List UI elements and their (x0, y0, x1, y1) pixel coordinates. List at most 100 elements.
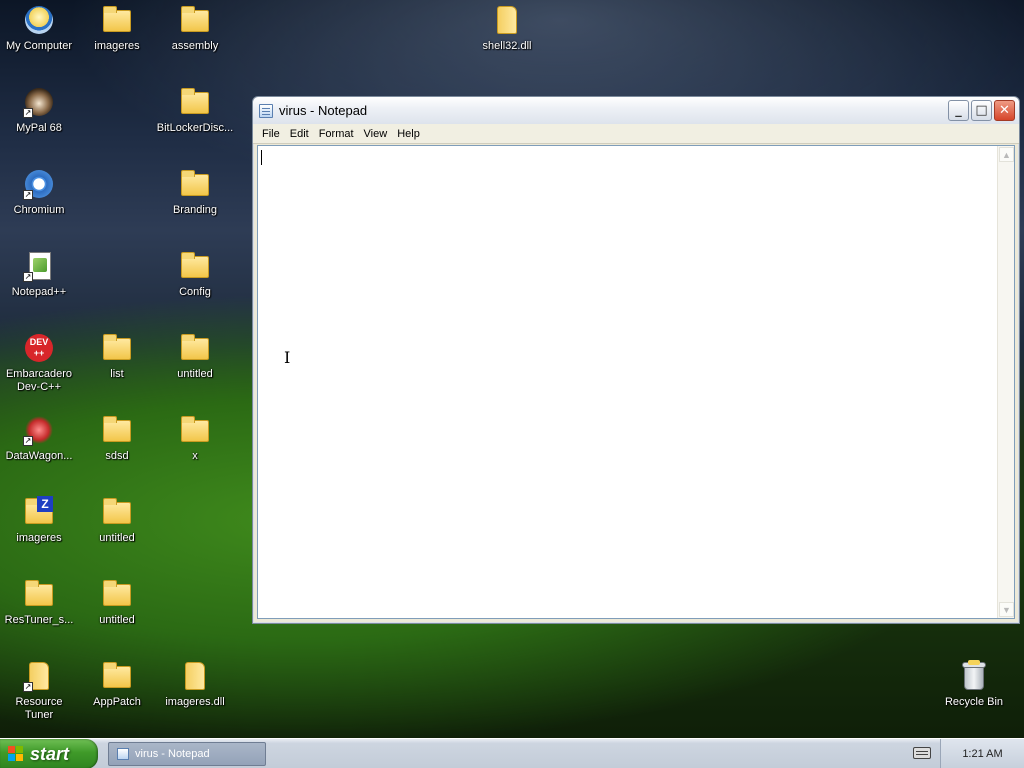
minimize-button[interactable]: _ (948, 100, 969, 121)
desktop-icon-untitled-2[interactable]: untitled (78, 496, 156, 545)
text-editor[interactable]: ▲ ▼ (257, 145, 1015, 619)
desktop-icon-label: Branding (172, 204, 218, 216)
desktop-icon-bitlocker[interactable]: BitLockerDisc... (156, 86, 234, 135)
desktop-icon-apppatch[interactable]: AppPatch (78, 660, 156, 709)
desktop-icon-label: ResTuner_s... (4, 614, 74, 626)
text-caret (261, 150, 262, 165)
desktop-icon-label: untitled (177, 368, 213, 380)
notepad-titlebar[interactable]: virus - Notepad _ □ ✕ (253, 97, 1019, 124)
shortcut-arrow-icon: ↗ (23, 190, 33, 200)
desktop-icon-resource-tuner[interactable]: ↗ Resource Tuner (0, 660, 78, 722)
menu-format[interactable]: Format (314, 124, 359, 144)
scroll-up-arrow-icon[interactable]: ▲ (999, 147, 1014, 162)
desktop-icon-imageres[interactable]: imageres (78, 4, 156, 53)
shortcut-arrow-icon: ↗ (23, 272, 33, 282)
desktop-icon-label: list (110, 368, 124, 380)
desktop-icon-label: DataWagon... (5, 450, 73, 462)
desktop-icon-config[interactable]: Config (156, 250, 234, 299)
folder-icon (101, 414, 133, 446)
desktop-icon-label: Chromium (13, 204, 65, 216)
desktop-icon-label: x (192, 450, 198, 462)
menu-help[interactable]: Help (392, 124, 425, 144)
clock-time: 1:21 AM (962, 748, 1003, 760)
desktop-icon-untitled-3[interactable]: untitled (78, 578, 156, 627)
menu-edit[interactable]: Edit (285, 124, 314, 144)
devcpp-badge: DEV ++ (25, 334, 53, 362)
chromium-icon: ↗ (23, 168, 55, 200)
desktop-icon-label: MyPal 68 (16, 122, 62, 134)
notepadpp-icon: ↗ (23, 250, 55, 282)
folder-icon (101, 4, 133, 36)
dll-folder-icon (491, 4, 523, 36)
desktop-icon-chromium[interactable]: ↗ Chromium (0, 168, 78, 217)
taskbar-button-label: virus - Notepad (135, 748, 210, 760)
scroll-down-arrow-icon[interactable]: ▼ (999, 602, 1014, 617)
desktop-icon-my-computer[interactable]: My Computer (0, 4, 78, 53)
menu-view[interactable]: View (359, 124, 393, 144)
mypal-icon: ↗ (23, 86, 55, 118)
taskbar-button-notepad[interactable]: virus - Notepad (108, 742, 266, 766)
desktop-icon-label: imageres (16, 532, 62, 544)
shortcut-arrow-icon: ↗ (23, 436, 33, 446)
desktop-icon-untitled-1[interactable]: untitled (156, 332, 234, 381)
folder-icon (179, 4, 211, 36)
folder-icon (179, 250, 211, 282)
notepad-window[interactable]: virus - Notepad _ □ ✕ File Edit Format V… (252, 96, 1020, 624)
start-label: start (30, 743, 70, 764)
desktop-icon-branding[interactable]: Branding (156, 168, 234, 217)
desktop-icon-label: imageres.dll (165, 696, 225, 708)
desktop-icon-list[interactable]: list (78, 332, 156, 381)
taskbar: start virus - Notepad 1:21 AM (0, 738, 1024, 768)
windows-logo-icon (8, 746, 24, 762)
keyboard-icon[interactable] (913, 747, 931, 759)
folder-icon (179, 414, 211, 446)
maximize-button[interactable]: □ (971, 100, 992, 121)
desktop-icon-imageres-z[interactable]: Z imageres (0, 496, 78, 545)
desktop-icon-notepadpp[interactable]: ↗ Notepad++ (0, 250, 78, 299)
desktop-icon-shell32[interactable]: shell32.dll (468, 4, 546, 53)
shortcut-arrow-icon: ↗ (23, 682, 33, 692)
datawagon-icon: ↗ (23, 414, 55, 446)
desktop-icon-restuner-s[interactable]: ResTuner_s... (0, 578, 78, 627)
desktop-icon-label: Notepad++ (11, 286, 67, 298)
system-clock[interactable]: 1:21 AM (940, 739, 1024, 768)
folder-icon (179, 86, 211, 118)
desktop-icon-label: assembly (171, 40, 219, 52)
desktop-icon-devcpp[interactable]: DEV ++ Embarcadero Dev-C++ (0, 332, 78, 394)
folder-zip-icon: Z (23, 496, 55, 528)
folder-icon (101, 578, 133, 610)
desktop-icon-sdsd[interactable]: sdsd (78, 414, 156, 463)
desktop-icon-datawagon[interactable]: ↗ DataWagon... (0, 414, 78, 463)
desktop-icon-label: Config (179, 286, 211, 298)
folder-icon (101, 332, 133, 364)
desktop-icon-label: My Computer (5, 40, 73, 52)
desktop-icon-recycle-bin[interactable]: Recycle Bin (935, 660, 1013, 709)
desktop-icon-x[interactable]: x (156, 414, 234, 463)
desktop-icon-label: BitLockerDisc... (156, 122, 234, 134)
menu-bar: File Edit Format View Help (253, 124, 1019, 144)
folder-icon (101, 660, 133, 692)
close-button[interactable]: ✕ (994, 100, 1015, 121)
desktop-icon-label: AppPatch (93, 696, 141, 708)
desktop-icon-imageres-dll[interactable]: imageres.dll (156, 660, 234, 709)
desktop-icon-label: untitled (99, 532, 135, 544)
desktop-icon-assembly[interactable]: assembly (156, 4, 234, 53)
desktop-icon-label: Embarcadero Dev-C++ (5, 368, 73, 393)
menu-file[interactable]: File (257, 124, 285, 144)
folder-icon (179, 332, 211, 364)
desktop-icon-label: shell32.dll (482, 40, 532, 52)
recycle-bin-icon (958, 660, 990, 692)
folder-icon (179, 168, 211, 200)
desktop-icon-label: sdsd (105, 450, 129, 462)
desktop-icon-label: untitled (99, 614, 135, 626)
vertical-scrollbar[interactable]: ▲ ▼ (997, 146, 1014, 618)
desktop-icon-label: imageres (94, 40, 140, 52)
desktop-icon-mypal[interactable]: ↗ MyPal 68 (0, 86, 78, 135)
dll-folder-icon (179, 660, 211, 692)
my-computer-icon (23, 4, 55, 36)
shortcut-arrow-icon: ↗ (23, 108, 33, 118)
devcpp-icon: DEV ++ (23, 332, 55, 364)
notepad-icon (259, 103, 273, 118)
desktop-icon-label: Recycle Bin (944, 696, 1004, 708)
start-button[interactable]: start (0, 739, 98, 768)
